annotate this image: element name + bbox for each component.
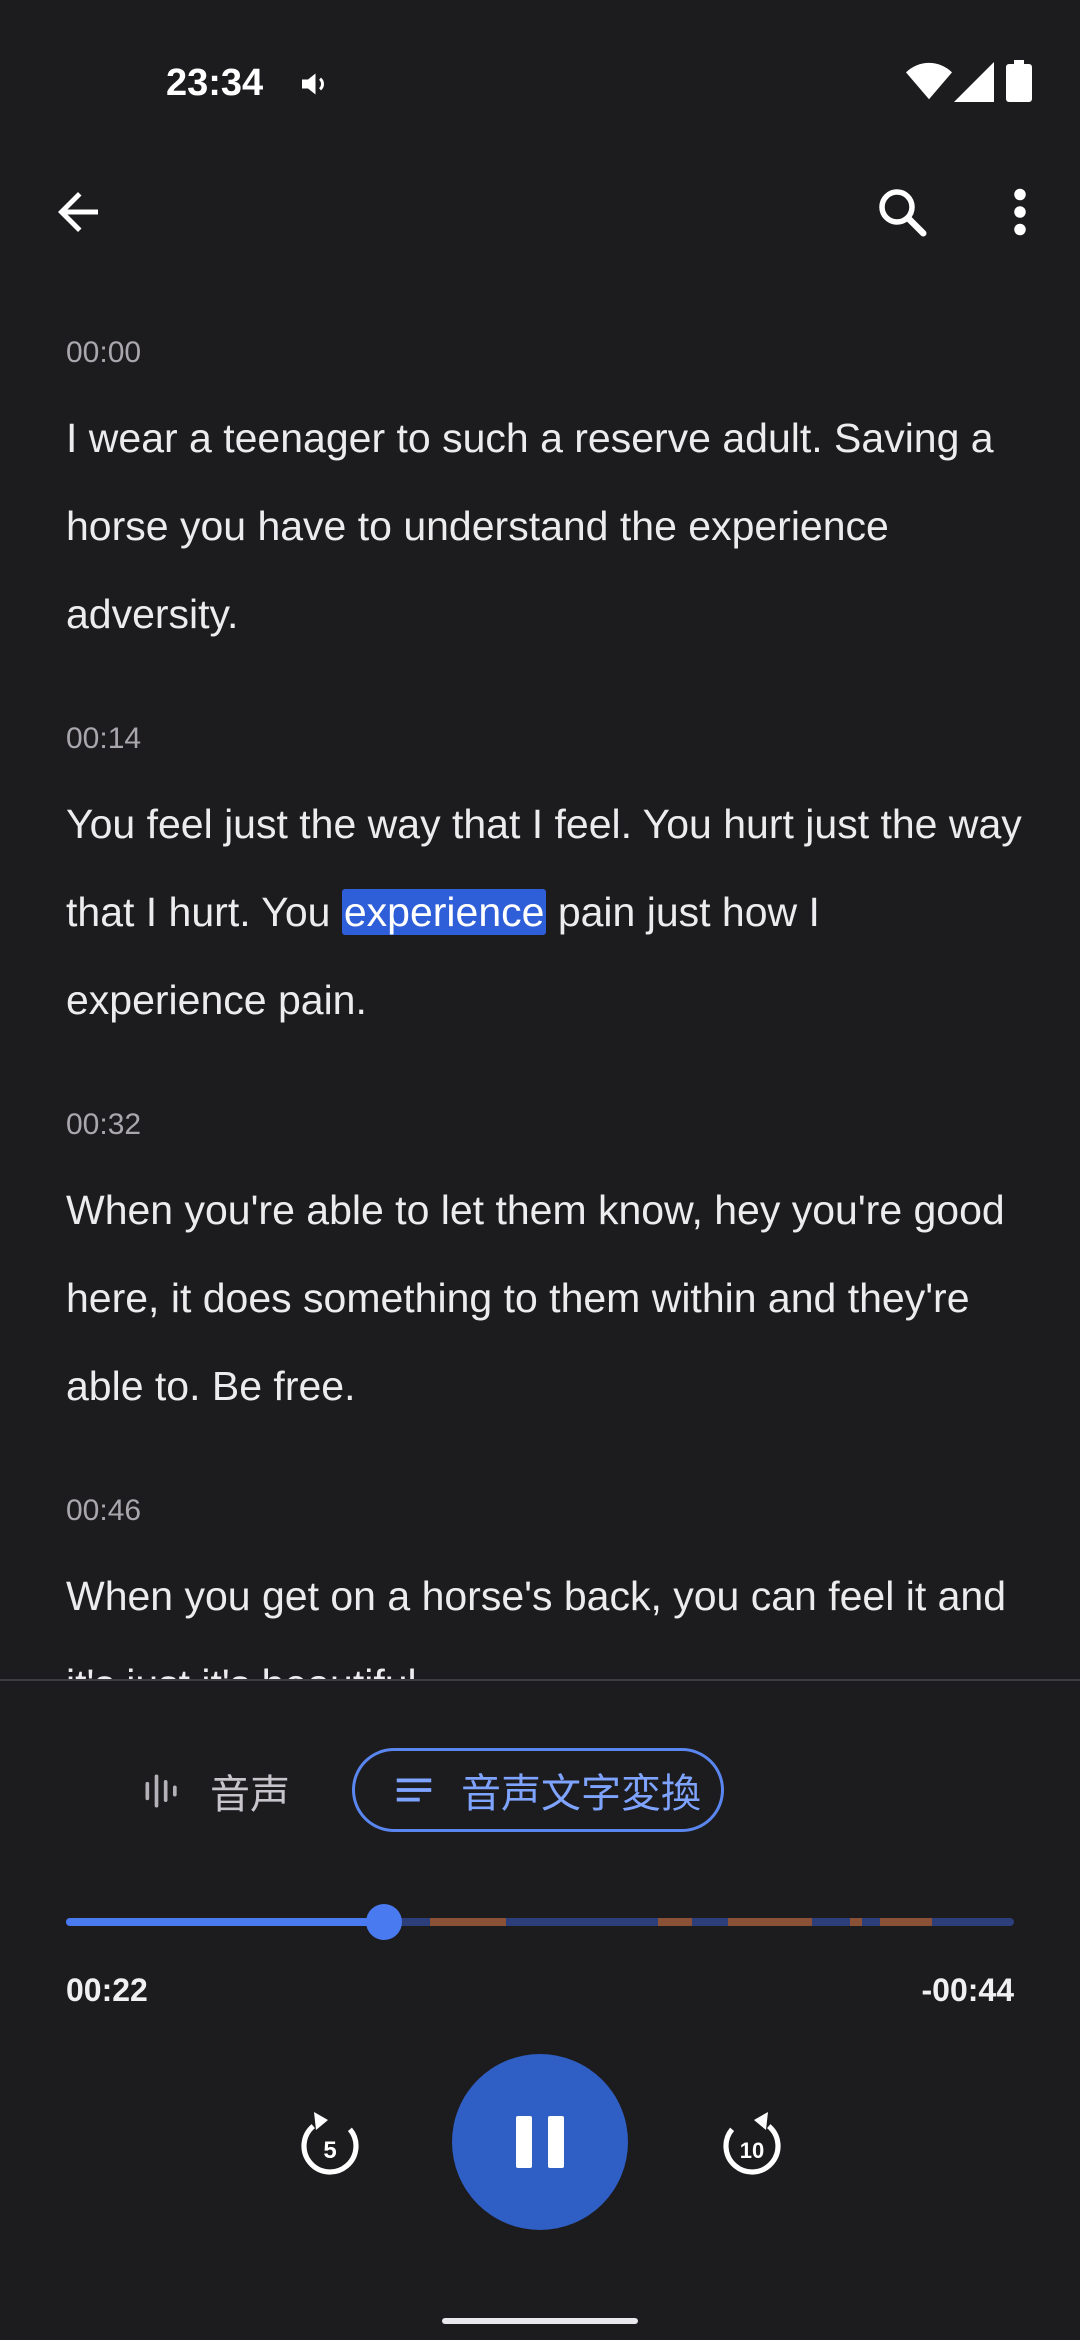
pause-button[interactable]: [452, 2054, 628, 2230]
status-time: 23:34: [166, 62, 264, 104]
forward-10-button[interactable]: 10: [712, 2104, 792, 2184]
wifi-icon: [906, 62, 952, 100]
segment-text: When you get on a horse's back, you can …: [66, 1573, 1007, 1680]
highlighted-word: experience: [341, 889, 547, 935]
tab-transcript[interactable]: 音声文字変換: [352, 1748, 724, 1832]
transcript-segment[interactable]: 00:00 I wear a teenager to such a reserv…: [66, 336, 1026, 658]
home-indicator[interactable]: [442, 2318, 638, 2324]
seek-marker: [850, 1918, 862, 1926]
transcript-segment[interactable]: 00:46 When you get on a horse's back, yo…: [66, 1494, 1026, 1680]
rewind-seconds: 5: [323, 2137, 336, 2164]
seek-marker: [658, 1918, 692, 1926]
seek-marker: [430, 1918, 506, 1926]
seek-bar[interactable]: [66, 1904, 1014, 1940]
segment-text: When you're able to let them know, hey y…: [66, 1187, 1005, 1409]
divider: [0, 1679, 1080, 1681]
segment-text: You feel just the way that I feel. You h…: [66, 780, 1026, 1044]
status-bar: 23:34: [0, 0, 1080, 170]
battery-icon: [1006, 60, 1032, 102]
rewind-5-button[interactable]: 5: [290, 2104, 370, 2184]
remaining-time: -00:44: [921, 1972, 1015, 2008]
transcript-list[interactable]: 00:00 I wear a teenager to such a reserv…: [0, 300, 1080, 1680]
waveform-icon: [145, 1774, 177, 1808]
search-icon[interactable]: [872, 182, 932, 242]
seek-marker: [728, 1918, 812, 1926]
tab-audio-label: 音声: [210, 1773, 290, 1817]
pause-icon: [516, 2116, 564, 2168]
segment-timestamp: 00:32: [66, 1108, 142, 1141]
elapsed-time: 00:22: [66, 1972, 148, 2008]
segment-timestamp: 00:46: [66, 1494, 142, 1527]
tab-audio[interactable]: 音声: [140, 1748, 290, 1834]
forward-seconds: 10: [740, 2138, 764, 2163]
segment-timestamp: 00:14: [66, 722, 142, 755]
seek-marker: [880, 1918, 932, 1926]
transcript-lines-icon: [396, 1778, 432, 1802]
seek-progress: [66, 1918, 384, 1926]
transcript-segment[interactable]: 00:32 When you're able to let them know,…: [66, 1108, 1026, 1430]
segment-timestamp: 00:00: [66, 336, 142, 369]
seek-thumb[interactable]: [365, 1904, 402, 1940]
more-vert-icon[interactable]: [1000, 182, 1040, 242]
signal-icon: [954, 62, 994, 102]
back-arrow-icon[interactable]: [48, 182, 108, 242]
segment-text: I wear a teenager to such a reserve adul…: [66, 415, 994, 637]
tab-transcript-label: 音声文字変換: [461, 1772, 701, 1816]
transcript-segment[interactable]: 00:14 You feel just the way that I feel.…: [66, 722, 1026, 1044]
volume-icon: [302, 73, 324, 95]
